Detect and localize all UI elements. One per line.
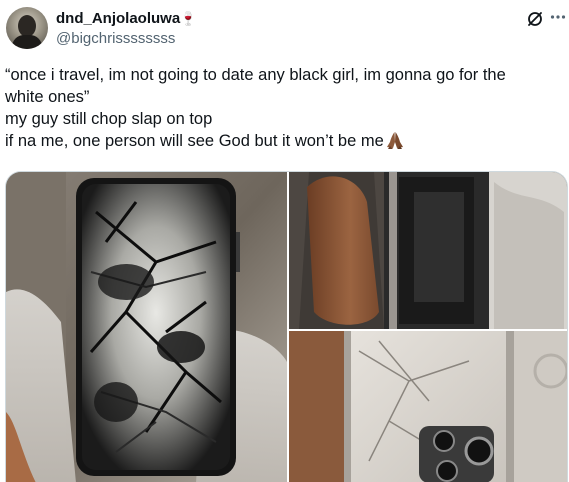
avatar[interactable]	[6, 7, 48, 49]
tweet-line-4: if na me, one person will see God but it…	[5, 132, 384, 150]
cracked-phone-back-photo[interactable]	[289, 331, 568, 482]
author-handle[interactable]: @bigchrissssssss	[56, 29, 196, 48]
folded-hands-emoji-icon	[386, 132, 403, 149]
tweet-text: “once i travel, im not going to date any…	[5, 64, 565, 152]
grok-icon[interactable]	[526, 10, 544, 28]
tweet-media-grid	[5, 171, 568, 482]
author-names: dnd_Anjolaoluwa🍷 @bigchrissssssss	[56, 9, 196, 48]
author-display-name[interactable]: dnd_Anjolaoluwa🍷	[56, 9, 196, 28]
avatar-figure-body	[12, 35, 42, 49]
more-options-icon[interactable]	[549, 8, 567, 26]
wine-glass-emoji: 🍷	[180, 11, 197, 26]
phone-side-frame-photo[interactable]	[289, 172, 568, 329]
tweet-header: dnd_Anjolaoluwa🍷 @bigchrissssssss	[0, 0, 569, 56]
author-display-name-text[interactable]: dnd_Anjolaoluwa	[56, 10, 180, 27]
tweet-line-3: my guy still chop slap on top	[5, 110, 213, 128]
tweet-line-4-wrap: if na me, one person will see God but it…	[5, 130, 565, 152]
tweet-line-1: “once i travel, im not going to date any…	[5, 66, 506, 84]
shattered-phone-front-photo[interactable]	[6, 172, 287, 482]
avatar-figure-head	[18, 15, 36, 37]
tweet-line-2: white ones”	[5, 88, 90, 106]
